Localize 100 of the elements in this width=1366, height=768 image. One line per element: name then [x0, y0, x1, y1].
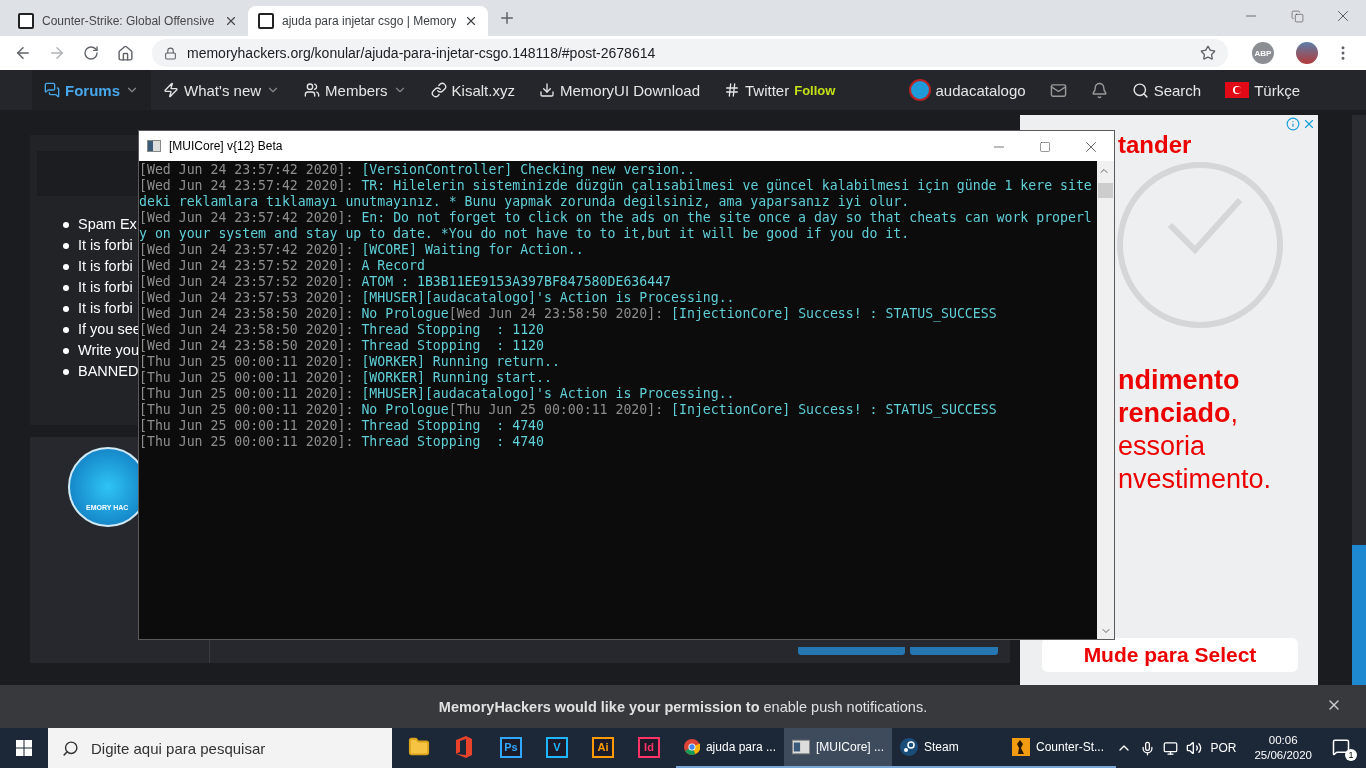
nav-icon	[44, 82, 60, 98]
user-avatar	[908, 79, 931, 101]
nav-link[interactable]: Kisalt.xyz	[418, 70, 527, 110]
profile-avatar[interactable]	[1296, 42, 1318, 64]
clock[interactable]: 00:06 25/06/2020	[1254, 733, 1312, 763]
tab-title: ajuda para injetar csgo | Memory	[282, 14, 456, 28]
nav-icon	[538, 82, 555, 98]
tab-title: Counter-Strike: Global Offensive	[42, 14, 216, 28]
user-link[interactable]: audacatalogo	[896, 70, 1038, 110]
log-timestamp: [Wed Jun 24 23:57:52 2020]:	[139, 258, 354, 274]
log-message: [WORKER] Running start..	[361, 370, 552, 386]
log-message: ATOM : 1B3B11EE9153A397BF847580DE636447	[361, 274, 672, 290]
nav-link[interactable]: Twitter Follow	[712, 70, 848, 110]
favicon-icon	[258, 13, 274, 29]
log-timestamp: [Thu Jun 25 00:00:11 2020]:	[139, 386, 354, 402]
log-timestamp: [Thu Jun 25 00:00:11 2020]:	[139, 354, 354, 370]
log-message: [WCORE] Waiting for Action..	[361, 242, 584, 258]
log-timestamp: [Thu Jun 25 00:00:11 2020]:	[448, 402, 664, 418]
game-icon	[1012, 738, 1030, 756]
taskbar-window-button[interactable]: [MUICore] ...	[784, 728, 892, 768]
bullet-icon	[63, 368, 69, 375]
rule-item: Write you	[78, 341, 139, 360]
ad-text: essoria	[1118, 430, 1206, 463]
search-link[interactable]: Search	[1119, 70, 1214, 110]
chrome-icon	[684, 738, 700, 756]
log-message: [WORKER] Running return..	[361, 354, 560, 370]
new-tab-icon[interactable]	[498, 9, 516, 27]
bullet-icon	[63, 326, 69, 333]
bookmark-star-icon[interactable]	[1200, 45, 1216, 61]
search-icon[interactable]	[1131, 81, 1149, 99]
notification-button[interactable]: 1	[1330, 734, 1358, 762]
language-link[interactable]: Türkçe	[1213, 70, 1312, 110]
log-message: [MHUSER][audacatalogo]'s Action is Processing..	[361, 290, 735, 306]
browser-tab[interactable]: Counter-Strike: Global Offensive	[8, 6, 248, 36]
address-field[interactable]: memoryhackers.org/konular/ajuda-para-injetar-csgo.148118/#post-2678614	[152, 39, 1228, 67]
rule-item: BANNED	[78, 362, 139, 381]
log-message: Thread Stopping : 1120	[361, 322, 544, 338]
ad-text: nvestimento.	[1118, 463, 1272, 496]
nav-icon	[304, 82, 321, 98]
scroll-thumb[interactable]	[1098, 183, 1113, 198]
volume-icon[interactable]	[1186, 740, 1203, 756]
nav-link[interactable]: Forums	[32, 70, 151, 110]
ad-button[interactable]: Mude para Select	[1042, 638, 1298, 672]
lock-icon	[164, 46, 177, 60]
office-icon[interactable]	[454, 736, 474, 758]
nav-link[interactable]: Members	[292, 70, 419, 110]
restore-icon[interactable]	[1290, 9, 1304, 23]
mail-icon[interactable]	[1049, 81, 1067, 99]
nav-link[interactable]: MemoryUI Download	[526, 70, 712, 110]
info-icon[interactable]	[1286, 117, 1300, 131]
log-timestamp: [Wed Jun 24 23:57:52 2020]:	[139, 274, 354, 290]
log-timestamp: [Wed Jun 24 23:57:42 2020]:	[139, 178, 354, 194]
network-icon[interactable]	[1163, 740, 1179, 756]
log-message: [InjectionCore] Success! : STATUS_SUCCESS	[671, 402, 997, 418]
console-window-icon	[792, 739, 810, 755]
reload-icon[interactable]	[83, 45, 99, 61]
home-icon[interactable]	[116, 44, 134, 62]
language-indicator[interactable]: POR	[1210, 741, 1237, 755]
follow-label: Follow	[794, 82, 836, 98]
steam-icon	[900, 738, 918, 756]
scroll-thumb[interactable]	[1352, 545, 1366, 685]
browser-tab[interactable]: ajuda para injetar csgo | Memory	[248, 6, 488, 36]
search-icon	[62, 739, 79, 757]
bullet-icon	[63, 242, 69, 249]
ad-text: ndimento	[1118, 364, 1240, 397]
log-timestamp: [Wed Jun 24 23:57:42 2020]:	[139, 242, 354, 258]
bullet-icon	[63, 221, 69, 228]
log-message: Thread Stopping : 1120	[361, 338, 544, 354]
console-icon	[147, 140, 161, 152]
taskbar-window-button[interactable]: Counter-St...	[1004, 728, 1116, 768]
nav-icon	[724, 82, 740, 98]
console-scrollbar[interactable]	[1097, 161, 1114, 639]
microphone-icon[interactable]	[1140, 740, 1156, 756]
bullet-icon	[63, 305, 69, 312]
log-message: Thread Stopping : 4740	[361, 418, 544, 434]
rule-item: It is forbi	[78, 278, 133, 297]
rule-item: It is forbi	[78, 236, 133, 255]
log-timestamp: [Wed Jun 24 23:57:53 2020]:	[139, 290, 354, 306]
notification-count: 1	[1345, 749, 1357, 761]
log-timestamp: [Thu Jun 25 00:00:11 2020]:	[139, 402, 354, 418]
chat-bubble-icon[interactable]	[1332, 738, 1350, 756]
brand-name: tander	[1118, 131, 1192, 159]
bell-icon[interactable]	[1090, 81, 1108, 99]
close-icon[interactable]	[224, 14, 238, 28]
log-message: [VersionController] Checking new version..	[361, 162, 695, 178]
taskbar-window-button[interactable]: Steam	[892, 728, 1004, 768]
bullet-icon	[63, 263, 69, 270]
taskbar-search-field[interactable]: Digite aqui para pesquisar	[48, 728, 392, 768]
ad-text: renciado,	[1118, 397, 1239, 430]
close-icon[interactable]	[464, 14, 478, 28]
nav-link[interactable]: What's new	[151, 70, 293, 110]
folder-icon[interactable]	[408, 736, 430, 758]
bullet-icon	[63, 347, 69, 354]
rule-item: It is forbi	[78, 257, 133, 276]
log-message: Thread Stopping : 4740	[361, 434, 544, 450]
log-timestamp: [Wed Jun 24 23:57:42 2020]:	[139, 210, 354, 226]
maximize-icon[interactable]	[1039, 141, 1051, 153]
scrollbar[interactable]	[1352, 115, 1366, 685]
window-title: [MUICore] v{12} Beta	[169, 139, 283, 153]
log-message: No Prologue	[361, 402, 449, 418]
